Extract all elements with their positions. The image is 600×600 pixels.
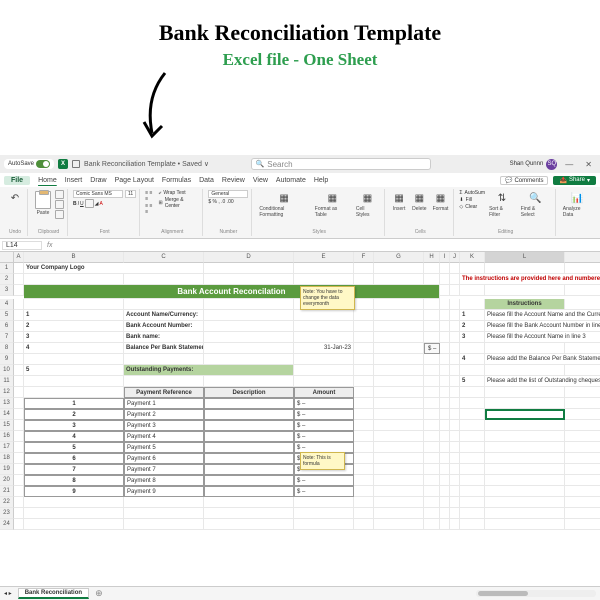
copy-icon[interactable]: [55, 200, 64, 209]
tab-automate[interactable]: Automate: [276, 177, 306, 184]
bold-button[interactable]: B: [73, 201, 77, 207]
sheet-tab-active[interactable]: Bank Reconciliation: [18, 588, 89, 599]
tab-view[interactable]: View: [253, 177, 268, 184]
insert-cells-button[interactable]: ▦Insert: [390, 190, 408, 213]
search-icon: 🔍: [256, 160, 265, 168]
search-input[interactable]: 🔍 Search: [251, 158, 431, 170]
border-icon[interactable]: [85, 199, 94, 208]
undo-button[interactable]: ↶: [6, 190, 24, 206]
tab-home[interactable]: Home: [38, 177, 57, 184]
fill-color-icon[interactable]: ◢: [95, 201, 99, 207]
delete-cells-button[interactable]: ▦Delete: [410, 190, 428, 213]
tab-page-layout[interactable]: Page Layout: [115, 177, 154, 184]
worksheet[interactable]: ABCDEFGHIJKLM1Your Company Logo2The inst…: [0, 252, 600, 600]
title-bar: AutoSave X Bank Reconciliation Template …: [0, 155, 600, 173]
marketing-subtitle: Excel file - One Sheet: [0, 50, 600, 70]
avatar-icon: SQ: [546, 159, 557, 170]
analyze-data-button[interactable]: 📊Analyze Data: [561, 190, 594, 219]
tab-file[interactable]: File: [4, 176, 30, 185]
sheet-nav-icon[interactable]: ◂ ▸: [4, 590, 12, 597]
sort-filter-button[interactable]: ⇅Sort & Filter: [487, 190, 517, 219]
cut-icon[interactable]: [55, 190, 64, 199]
find-select-button[interactable]: 🔍Find & Select: [519, 190, 552, 219]
tab-review[interactable]: Review: [222, 177, 245, 184]
note-1[interactable]: Note: You have to change the data everym…: [300, 286, 355, 310]
paste-button[interactable]: Paste: [33, 190, 53, 217]
format-cells-button[interactable]: ▦Format: [431, 190, 451, 213]
autosave-toggle[interactable]: AutoSave: [4, 159, 54, 169]
font-size-select[interactable]: 11: [125, 190, 136, 198]
user-account[interactable]: Shan Qunnn SQ: [510, 159, 558, 170]
comments-button[interactable]: 💬 Comments: [500, 176, 548, 185]
minimize-icon[interactable]: —: [561, 160, 577, 169]
format-as-table-button[interactable]: ▦Format as Table: [313, 190, 352, 219]
ribbon: ↶ Undo Paste Clipboard Comic Sans MS11 B…: [0, 187, 600, 239]
tab-draw[interactable]: Draw: [90, 177, 106, 184]
marketing-title: Bank Reconciliation Template: [0, 20, 600, 46]
clear-button[interactable]: ◇ Clear: [459, 204, 485, 210]
fill-button[interactable]: ⬇ Fill: [459, 197, 485, 203]
italic-button[interactable]: I: [78, 201, 79, 207]
close-icon[interactable]: ✕: [581, 160, 596, 169]
horizontal-scrollbar[interactable]: [476, 590, 596, 597]
conditional-formatting-button[interactable]: ▦Conditional Formatting: [257, 190, 310, 219]
excel-window: AutoSave X Bank Reconciliation Template …: [0, 155, 600, 600]
tab-formulas[interactable]: Formulas: [162, 177, 191, 184]
autosum-button[interactable]: Σ AutoSum: [459, 190, 485, 196]
document-title[interactable]: Bank Reconciliation Template • Saved ∨: [84, 160, 209, 168]
excel-logo-icon: X: [58, 159, 68, 169]
format-painter-icon[interactable]: [55, 210, 64, 219]
add-sheet-button[interactable]: ⊕: [95, 588, 103, 599]
ribbon-tabs: File Home Insert Draw Page Layout Formul…: [0, 173, 600, 187]
sheet-tabs-bar: ◂ ▸ Bank Reconciliation ⊕: [0, 586, 600, 600]
tab-help[interactable]: Help: [314, 177, 328, 184]
wrap-text-button[interactable]: ⤶ Wrap Text: [159, 190, 200, 196]
font-name-select[interactable]: Comic Sans MS: [73, 190, 123, 198]
arrow-icon: [130, 68, 180, 153]
number-format-select[interactable]: General: [208, 190, 248, 198]
note-2[interactable]: Note: This is formula: [300, 452, 345, 470]
underline-button[interactable]: U: [80, 201, 84, 207]
merge-button[interactable]: ⊞ Merge & Center: [159, 197, 200, 209]
formula-bar: L14 fx: [0, 239, 600, 252]
font-color-icon[interactable]: A: [100, 201, 103, 207]
share-button[interactable]: 📤 Share ▾: [553, 176, 596, 185]
tab-insert[interactable]: Insert: [65, 177, 83, 184]
cell-styles-button[interactable]: ▦Cell Styles: [354, 190, 381, 219]
name-box[interactable]: L14: [2, 241, 42, 250]
fx-icon[interactable]: fx: [44, 242, 55, 249]
save-icon[interactable]: [72, 160, 80, 168]
tab-data[interactable]: Data: [199, 177, 214, 184]
